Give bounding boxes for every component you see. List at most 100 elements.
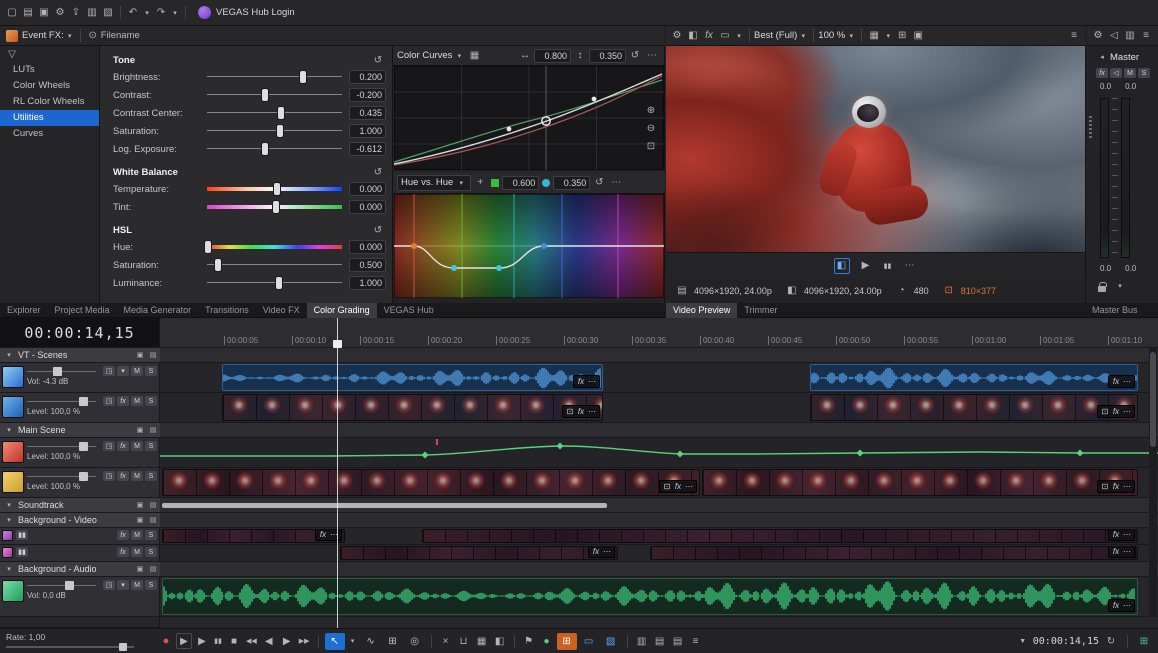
hue-slider[interactable] <box>207 240 342 254</box>
pause-button[interactable]: ▮▮ <box>212 633 224 649</box>
lane-vt-video[interactable]: ⊡fx⋯ ⊡fx⋯ <box>160 393 1158 423</box>
saturation-value[interactable]: 1.000 <box>349 124 386 138</box>
preview-menu-icon[interactable]: ≡ <box>1066 28 1082 44</box>
preview-settings-icon[interactable]: ⚙ <box>669 28 685 44</box>
split-screen-icon[interactable]: ◧ <box>685 28 701 44</box>
group-collapse-icon[interactable]: ▤ <box>147 561 159 577</box>
event-more-icon[interactable]: ⋯ <box>1122 601 1132 610</box>
track-group-background-video[interactable]: ▾ Background - Video ▣ ▤ <box>0 513 1158 528</box>
group-collapse-icon[interactable]: ▤ <box>147 512 159 528</box>
group-settings-icon[interactable]: ▣ <box>134 422 146 438</box>
event-fx-button[interactable]: fx <box>591 547 601 556</box>
event-fx-button[interactable]: fx <box>673 482 683 491</box>
properties-icon[interactable]: ▧ <box>100 5 116 21</box>
mute-button[interactable]: M <box>131 547 143 557</box>
brightness-slider[interactable] <box>207 70 342 84</box>
envelope-edit-tool[interactable]: ∿ <box>361 633 381 650</box>
contrast-slider[interactable] <box>207 88 342 102</box>
speaker-icon[interactable]: ◁ <box>1106 28 1122 44</box>
track-more-icon[interactable]: ▾ <box>117 580 129 590</box>
more-options-icon[interactable]: ⋯ <box>644 48 660 64</box>
event-more-icon[interactable]: ⋯ <box>1122 530 1132 539</box>
group-collapse-icon[interactable]: ▤ <box>147 497 159 513</box>
chevron-down-icon[interactable]: ▾ <box>64 28 76 44</box>
automation-icon[interactable]: ◳ <box>103 471 115 481</box>
track-header-bg-video-1[interactable]: ▮▮ fx M S <box>0 528 160 545</box>
undo-dropdown-icon[interactable]: ▾ <box>141 5 153 21</box>
track-fx-button[interactable]: fx <box>117 530 129 540</box>
sidebar-item-curves[interactable]: Curves <box>0 126 99 142</box>
tab-color-grading[interactable]: Color Grading <box>307 303 377 318</box>
slip-event-icon[interactable]: ▤ <box>670 633 686 649</box>
hue-value[interactable]: 0.000 <box>349 240 386 254</box>
solo-button[interactable]: S <box>145 547 157 557</box>
next-frame-button[interactable]: ▶ <box>279 633 295 649</box>
render-as-icon[interactable]: ⇪ <box>68 5 84 21</box>
reset-icon[interactable]: ↺ <box>370 222 386 238</box>
timeline-scrollbar[interactable] <box>1149 348 1157 617</box>
track-icon[interactable] <box>2 366 24 388</box>
master-speaker-icon[interactable]: ◁ <box>1110 68 1122 78</box>
video-event[interactable]: ⊡fx⋯ <box>810 394 1138 421</box>
track-header-vt-audio[interactable]: Vol: -4.3 dB ◳ ▾ M S <box>0 363 160 393</box>
event-more-icon[interactable]: ⋯ <box>1122 547 1132 556</box>
brightness-value[interactable]: 0.200 <box>349 70 386 84</box>
video-event[interactable]: ⊡fx⋯ <box>702 469 1138 496</box>
solo-button[interactable]: S <box>145 396 157 406</box>
track-icon[interactable] <box>2 547 13 558</box>
hsl-saturation-value[interactable]: 0.500 <box>349 258 386 272</box>
track-fx-button[interactable]: fx <box>117 396 129 406</box>
reset-icon[interactable]: ↺ <box>627 48 643 64</box>
track-icon[interactable] <box>2 441 24 463</box>
pick-color-icon[interactable]: + <box>472 175 488 191</box>
tab-master-bus[interactable]: Master Bus <box>1085 303 1145 318</box>
hue-mode-dropdown[interactable]: Hue vs. Hue ▾ <box>397 175 471 191</box>
master-meters[interactable] <box>1100 98 1130 258</box>
collapsed-event-bar[interactable] <box>162 503 607 508</box>
hue-point-y-value[interactable]: 0.350 <box>553 176 590 190</box>
timecode-display[interactable]: 00:00:14,15 <box>0 318 160 348</box>
sidebar-item-utilities[interactable]: Utilities <box>0 110 99 126</box>
insert-marker-icon[interactable]: ⚑ <box>521 633 537 649</box>
tab-transitions[interactable]: Transitions <box>198 303 256 318</box>
group-settings-icon[interactable]: ▣ <box>134 347 146 363</box>
edit-tool-dropdown-icon[interactable]: ▾ <box>347 633 359 649</box>
group-settings-icon[interactable]: ▣ <box>134 512 146 528</box>
level-fader[interactable] <box>27 472 96 481</box>
luminance-slider[interactable] <box>207 276 342 290</box>
reset-icon[interactable]: ↺ <box>591 175 607 191</box>
log-exposure-value[interactable]: -0.612 <box>349 142 386 156</box>
event-crop-icon[interactable]: ⊡ <box>1100 407 1110 416</box>
collapse-group-icon[interactable]: ▾ <box>3 347 15 363</box>
save-snapshot-icon[interactable]: ▣ <box>910 28 926 44</box>
group-settings-icon[interactable]: ▣ <box>134 561 146 577</box>
track-icon[interactable] <box>2 580 24 602</box>
hue-vs-hue-graph[interactable] <box>393 194 665 300</box>
volume-fader[interactable] <box>27 367 96 376</box>
luminance-value[interactable]: 1.000 <box>349 276 386 290</box>
event-more-icon[interactable]: ⋯ <box>1122 407 1132 416</box>
playhead-line[interactable] <box>337 318 338 628</box>
mute-button[interactable]: M <box>131 471 143 481</box>
lane-bg-video-2[interactable]: fx⋯ fx⋯ <box>160 545 1158 562</box>
volume-fader[interactable] <box>27 581 96 590</box>
zoom-fit-icon[interactable]: ⊡ <box>643 138 659 154</box>
tab-explorer[interactable]: Explorer <box>0 303 48 318</box>
collapse-group-icon[interactable]: ▾ <box>3 422 15 438</box>
cursor-timecode[interactable]: 00:00:14,15 <box>1033 636 1099 647</box>
hsl-saturation-slider[interactable] <box>207 258 342 272</box>
track-fx-button[interactable]: fx <box>117 441 129 451</box>
track-icon[interactable] <box>2 530 13 541</box>
track-icon[interactable] <box>2 396 24 418</box>
automation-icon[interactable]: ◳ <box>103 396 115 406</box>
automation-icon[interactable]: ◳ <box>103 366 115 376</box>
mute-button[interactable]: M <box>131 580 143 590</box>
mixer-view-icon[interactable]: ≡ <box>688 633 704 649</box>
split-event-icon[interactable]: ▥ <box>634 633 650 649</box>
event-fx-button[interactable]: fx <box>1111 530 1121 539</box>
stop-button[interactable]: ■ <box>226 633 242 649</box>
track-group-main-scene[interactable]: ▾ Main Scene ▣ ▤ <box>0 423 1158 438</box>
open-project-icon[interactable]: ▤ <box>20 5 36 21</box>
chevron-down-icon[interactable]: ▾ <box>453 48 465 64</box>
track-display-icon[interactable]: ▮▮ <box>16 530 28 540</box>
